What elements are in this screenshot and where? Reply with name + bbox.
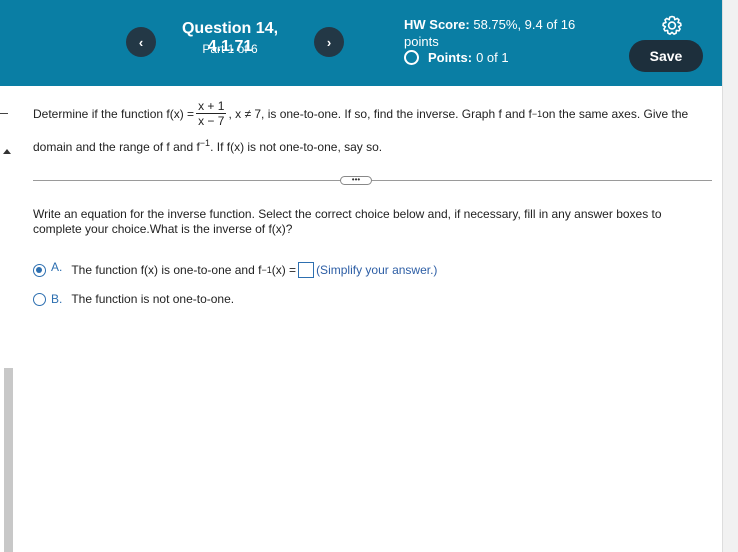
- points-status: Points: 0 of 1: [404, 50, 509, 65]
- answer-input-box[interactable]: [298, 262, 315, 278]
- section-divider: [33, 180, 712, 181]
- choice-b-letter: B.: [51, 292, 63, 306]
- next-question-button[interactable]: ›: [314, 27, 344, 57]
- hw-score-value: 58.75%, 9.4 of 16: [473, 17, 576, 32]
- hw-score: HW Score: 58.75%, 9.4 of 16 points: [404, 16, 604, 50]
- inverse-superscript-2: −1: [199, 138, 211, 148]
- save-button[interactable]: Save: [629, 40, 703, 72]
- question-text-line1: Determine if the function f(x) = x + 1 x…: [33, 98, 688, 130]
- inverse-superscript: −1: [531, 109, 543, 119]
- question-prefix: Determine if the function f(x) =: [33, 107, 195, 121]
- instructions: Write an equation for the inverse functi…: [33, 207, 662, 236]
- points-label: Points:: [428, 50, 473, 65]
- scroll-up-arrow-icon[interactable]: [3, 149, 11, 154]
- hw-score-suffix: points: [404, 34, 439, 49]
- question-line2-start: domain and the range of f and f: [33, 140, 200, 154]
- function-fraction: x + 1 x − 7: [196, 99, 227, 128]
- question-text-line2: domain and the range of f and f−1. If f(…: [33, 138, 382, 154]
- choice-a-text-after: (x) =: [271, 263, 297, 277]
- question-part: Part 1 of 6: [202, 42, 258, 56]
- right-scroll-track: [722, 0, 738, 552]
- question-line2-end: . If f(x) is not one-to-one, say so.: [210, 140, 383, 154]
- choice-a-radio[interactable]: [33, 263, 46, 277]
- left-scrollbar-thumb[interactable]: [4, 368, 13, 552]
- question-tail: on the same axes. Give the: [542, 107, 689, 121]
- choice-a-superscript: −1: [261, 265, 272, 275]
- fraction-numerator: x + 1: [196, 99, 227, 114]
- choice-b[interactable]: B. The function is not one-to-one.: [33, 292, 234, 306]
- choice-a-letter: A.: [51, 260, 63, 274]
- previous-question-button[interactable]: ‹: [126, 27, 156, 57]
- question-after-fraction: , x ≠ 7, is one-to-one. If so, find the …: [228, 107, 532, 121]
- choice-a[interactable]: A. The function f(x) is one-to-one and f…: [33, 260, 438, 278]
- left-divider-mark: [0, 113, 8, 114]
- gear-icon[interactable]: [659, 12, 685, 38]
- choice-b-text: The function is not one-to-one.: [71, 292, 235, 306]
- choice-a-text: The function f(x) is one-to-one and f: [71, 263, 262, 277]
- hw-score-label: HW Score:: [404, 17, 470, 32]
- points-value: 0 of 1: [476, 50, 509, 65]
- header-bar: ‹ Question 14, 4.1.71 Part 1 of 6 › HW S…: [0, 0, 722, 86]
- more-options-button[interactable]: •••: [340, 176, 372, 185]
- choice-b-radio[interactable]: [33, 292, 46, 306]
- fraction-denominator: x − 7: [198, 114, 225, 128]
- points-circle-icon: [404, 50, 419, 65]
- simplify-hint: (Simplify your answer.): [316, 263, 438, 277]
